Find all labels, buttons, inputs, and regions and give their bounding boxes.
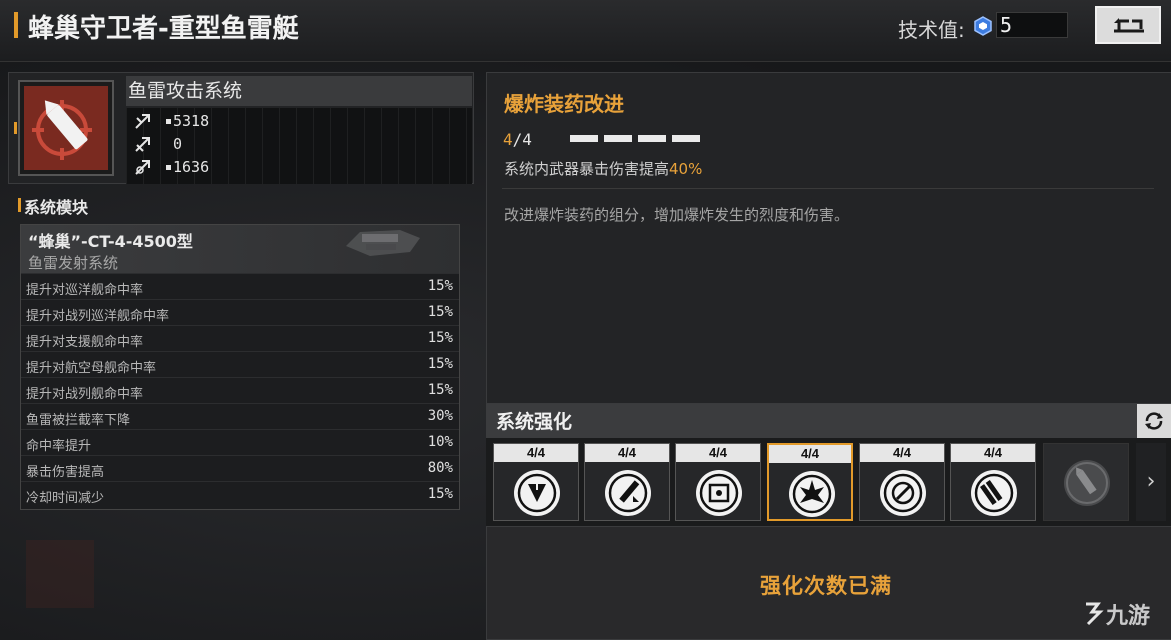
next-slot-button[interactable]: › — [1136, 443, 1166, 521]
module-stat-row: 命中率提升 10% — [21, 429, 459, 455]
module-stat-value: 10% — [427, 434, 453, 450]
enhance-slot[interactable]: 4/4 — [950, 443, 1036, 521]
enhance-slot-locked[interactable] — [1043, 443, 1129, 521]
enhancement-effect-text: 系统内武器暴击伤害提高 — [504, 160, 670, 178]
jiuyou-logo-icon — [1086, 602, 1104, 626]
stat-row-attack: 5318 — [134, 110, 209, 132]
module-stat-value: 15% — [427, 486, 453, 502]
explosion-icon — [789, 471, 835, 517]
enhance-slot[interactable]: 4/4 — [675, 443, 761, 521]
weapon-system-name: 鱼雷攻击系统 — [126, 76, 472, 106]
module-name: “蜂巢”-CT-4-4500型 — [28, 232, 193, 251]
enhancement-level-max: /4 — [512, 130, 532, 149]
enhancement-level: 4/4 — [503, 130, 532, 149]
module-stat-row: 提升对巡洋舰命中率 15% — [21, 273, 459, 299]
divider — [502, 188, 1154, 189]
torpedo-launcher-image — [340, 224, 426, 260]
stat-range-value: 1636 — [173, 158, 210, 176]
progress-pip — [672, 135, 700, 142]
tech-value-label: 技术值: — [898, 18, 965, 42]
speed-stat-icon — [135, 137, 150, 152]
enhance-slot-level: 4/4 — [676, 444, 760, 462]
page-title: 蜂巢守卫者-重型鱼雷艇 — [28, 14, 299, 44]
torpedo-system-icon — [24, 86, 108, 170]
module-stat-row: 提升对支援舰命中率 15% — [21, 325, 459, 351]
module-stat-value: 15% — [427, 356, 453, 372]
enhancement-effect-value: 40% — [669, 160, 703, 178]
module-stat-row: 提升对战列舰命中率 15% — [21, 377, 459, 403]
enhancement-description: 改进爆炸装药的组分，增加爆炸发生的烈度和伤害。 — [504, 206, 850, 224]
enhancement-detail-panel — [486, 72, 1171, 404]
weapon-system-icon-frame[interactable] — [18, 80, 114, 176]
system-enhance-header — [486, 404, 1171, 438]
module-stat-value: 15% — [427, 278, 453, 294]
module-stat-row: 冷却时间减少 15% — [21, 481, 459, 507]
max-enhance-text: 强化次数已满 — [760, 574, 892, 598]
tech-point-icon — [973, 16, 993, 36]
enhancement-effect: 系统内武器暴击伤害提高40% — [504, 158, 702, 179]
attack-stat-icon — [135, 114, 150, 129]
module-stat-label: 提升对巡洋舰命中率 — [26, 283, 144, 298]
enhance-slot[interactable]: 4/4 — [859, 443, 945, 521]
enhance-slot[interactable]: 4/4 — [767, 443, 853, 521]
progress-pip — [638, 135, 666, 142]
refresh-icon — [1145, 412, 1163, 430]
stat-speed-value: 0 — [173, 135, 183, 153]
tech-value: 5 — [1000, 13, 1013, 37]
back-button[interactable] — [1095, 6, 1161, 44]
watermark-text: 九游 — [1106, 604, 1151, 629]
system-selected-marker — [14, 122, 17, 134]
module-stat-row: 提升对航空母舰命中率 15% — [21, 351, 459, 377]
enhance-slot-level: 4/4 — [585, 444, 669, 462]
locked-torpedo-icon — [1064, 460, 1110, 506]
enhance-slot-level: 4/4 — [860, 444, 944, 462]
stat-row-range: 1636 — [134, 156, 209, 178]
module-stat-label: 提升对航空母舰命中率 — [26, 361, 157, 376]
module-stat-row: 提升对战列巡洋舰命中率 15% — [21, 299, 459, 325]
torpedo-upgrade-icon — [605, 470, 651, 516]
enhance-slot-level: 4/4 — [951, 444, 1035, 462]
system-enhance-title: 系统强化 — [496, 411, 573, 433]
module-stat-value: 15% — [427, 382, 453, 398]
torpedo-cluster-icon — [971, 470, 1017, 516]
enhancement-title: 爆炸装药改进 — [504, 92, 624, 116]
return-icon — [1114, 18, 1144, 33]
stat-row-speed: 0 — [134, 133, 182, 155]
module-stat-label: 提升对战列舰命中率 — [26, 387, 144, 402]
modules-title: 系统模块 — [24, 198, 89, 217]
faded-system-icon — [26, 540, 94, 608]
module-stat-label: 冷却时间减少 — [26, 491, 105, 506]
module-stat-value: 80% — [427, 460, 453, 476]
title-accent — [14, 12, 18, 38]
enhancement-progress-pips — [570, 135, 700, 142]
progress-pip — [570, 135, 598, 142]
range-stat-icon — [135, 160, 150, 175]
target-lock-icon — [880, 470, 926, 516]
module-stat-label: 暴击伤害提高 — [26, 465, 105, 480]
module-stat-label: 提升对战列巡洋舰命中率 — [26, 309, 170, 324]
module-stat-value: 15% — [427, 330, 453, 346]
enhance-slot[interactable]: 4/4 — [493, 443, 579, 521]
module-subtitle: 鱼雷发射系统 — [28, 254, 119, 272]
module-stat-value: 30% — [427, 408, 453, 424]
enhance-slot-level: 4/4 — [769, 445, 851, 463]
modules-title-accent — [18, 198, 21, 212]
enhancement-level-current: 4 — [503, 130, 513, 149]
enhance-slot[interactable]: 4/4 — [584, 443, 670, 521]
module-stat-row: 暴击伤害提高 80% — [21, 455, 459, 481]
refresh-button[interactable] — [1137, 404, 1171, 438]
module-stat-label: 命中率提升 — [26, 439, 92, 454]
stat-attack-value: 5318 — [173, 112, 210, 130]
enhance-slot-level: 4/4 — [494, 444, 578, 462]
module-stat-label: 鱼雷被拦截率下降 — [26, 413, 131, 428]
signal-chip-icon — [696, 470, 742, 516]
armor-piercing-icon — [514, 470, 560, 516]
module-stat-label: 提升对支援舰命中率 — [26, 335, 144, 350]
module-stat-row: 鱼雷被拦截率下降 30% — [21, 403, 459, 429]
module-stat-value: 15% — [427, 304, 453, 320]
progress-pip — [604, 135, 632, 142]
